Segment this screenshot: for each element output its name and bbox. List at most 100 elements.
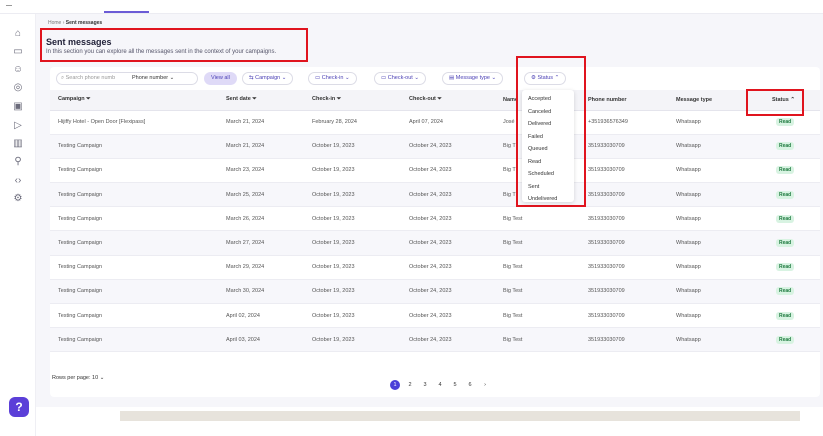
page-4[interactable]: 4	[435, 380, 445, 390]
cell-campaign: Testing Campaign	[50, 182, 226, 208]
page-2[interactable]: 2	[405, 380, 415, 390]
inbox-icon[interactable]: ▣	[12, 101, 24, 113]
cell-checkin: October 19, 2023	[312, 279, 409, 305]
checkin-filter[interactable]: ▭ Check-in ⌄	[308, 72, 357, 85]
page-3[interactable]: 3	[420, 380, 430, 390]
cell-name: Big Test	[503, 303, 588, 329]
cell-phone: 351933030709	[588, 182, 676, 208]
cell-type: Whatsapp	[676, 158, 758, 184]
search-field-select[interactable]: Phone number ⌄	[132, 73, 174, 84]
cell-checkin: October 19, 2023	[312, 158, 409, 184]
users-icon[interactable]: ☺	[12, 64, 24, 76]
status-option-failed[interactable]: Failed	[522, 131, 574, 144]
help-button[interactable]: ?	[9, 397, 29, 417]
col-phone[interactable]: Phone number	[588, 90, 676, 111]
checkin-filter-label: Check-in	[321, 75, 344, 81]
status-option-accepted[interactable]: Accepted	[522, 93, 574, 106]
table-row[interactable]: Testing Campaign March 21, 2024 October 19…	[50, 134, 820, 159]
pagination: 1 2 3 4 5 6 ›	[390, 373, 495, 391]
col-campaign-label: Campaign	[58, 96, 85, 103]
page-title: Sent messages	[46, 37, 112, 47]
status-option-queued[interactable]: Queued	[522, 143, 574, 156]
message-type-filter[interactable]: ▤ Message type ⌄	[442, 72, 504, 85]
cell-phone: 351933030709	[588, 134, 676, 159]
send-icon[interactable]: ▷	[12, 120, 24, 132]
page-5[interactable]: 5	[450, 380, 460, 390]
status-badge: Read	[776, 166, 795, 175]
settings-icon[interactable]: ⚙	[12, 193, 24, 205]
chat-icon[interactable]: ▭	[12, 46, 24, 58]
status-badge: Read	[776, 214, 795, 223]
home-icon[interactable]: ⌂	[12, 28, 24, 40]
table-row[interactable]: Testing Campaign March 26, 2024 October 19…	[50, 206, 820, 232]
checkout-filter[interactable]: ▭ Check-out ⌄	[374, 72, 426, 85]
col-phone-label: Phone number	[588, 96, 627, 103]
cell-checkin: October 19, 2023	[312, 206, 409, 232]
status-option-scheduled[interactable]: Scheduled	[522, 168, 574, 181]
messages-card: ⌕ Search phone numb Phone number ⌄ View a…	[50, 56, 820, 397]
col-checkout[interactable]: Check-out ⏷	[409, 90, 503, 111]
view-all-button[interactable]: View all	[204, 72, 237, 85]
table-footer: Rows per page: 10 ⌄ 1 2 3 4 5 6 ›	[50, 369, 820, 391]
cell-phone: 351933030709	[588, 206, 676, 232]
page-6[interactable]: 6	[465, 380, 475, 390]
cell-name: Big Test	[503, 255, 588, 280]
main-content: Home › Sent messages Sent messages In th…	[36, 14, 823, 407]
cell-phone: 351933030709	[588, 279, 676, 305]
cell-campaign: Testing Campaign	[50, 206, 226, 232]
breadcrumb-home[interactable]: Home	[48, 20, 61, 26]
code-icon[interactable]: ‹›	[12, 175, 24, 187]
table-row[interactable]: Testing Campaign April 03, 2024 October 19…	[50, 327, 820, 353]
table-row[interactable]: Testing Campaign April 02, 2024 October 19…	[50, 303, 820, 329]
cell-checkout: October 24, 2023	[409, 327, 503, 353]
page-1[interactable]: 1	[390, 380, 400, 390]
campaign-filter[interactable]: ⇆ Campaign ⌄	[242, 72, 294, 85]
compass-icon[interactable]: ◎	[12, 82, 24, 94]
status-option-canceled[interactable]: Canceled	[522, 106, 574, 119]
cell-phone: +351936576349	[588, 110, 676, 135]
cell-sent: March 27, 2024	[226, 230, 312, 256]
active-tab-indicator	[104, 11, 149, 13]
cell-status: Read	[758, 303, 820, 329]
table-row[interactable]: Testing Campaign March 25, 2024 October 19…	[50, 182, 820, 208]
status-badge: Read	[776, 311, 795, 320]
cell-type: Whatsapp	[676, 206, 758, 232]
status-option-read[interactable]: Read	[522, 156, 574, 169]
next-page-button[interactable]: ›	[480, 380, 490, 390]
cell-type: Whatsapp	[676, 327, 758, 353]
cell-checkout: October 24, 2023	[409, 279, 503, 305]
cell-campaign: Testing Campaign	[50, 327, 226, 353]
cell-status: Read	[758, 134, 820, 159]
table-row[interactable]: Testing Campaign March 23, 2024 October 19…	[50, 158, 820, 184]
table-header-row: Campaign ⏷ Sent date ⏷ Check-in ⏷ Check-…	[50, 90, 820, 111]
table-row[interactable]: Testing Campaign March 29, 2024 October 19…	[50, 255, 820, 280]
search-placeholder: Search phone numb	[65, 75, 116, 81]
rows-per-page-select[interactable]: Rows per page: 10 ⌄	[52, 375, 104, 381]
table-row[interactable]: Testing Campaign March 27, 2024 October 19…	[50, 230, 820, 256]
cell-sent: March 25, 2024	[226, 182, 312, 208]
col-checkout-label: Check-out	[409, 96, 436, 103]
flow-icon[interactable]: ⚲	[12, 156, 24, 168]
status-option-undelivered[interactable]: Undelivered	[522, 193, 574, 206]
cell-checkout: October 24, 2023	[409, 134, 503, 159]
cell-campaign: Testing Campaign	[50, 134, 226, 159]
col-checkin-label: Check-in	[312, 96, 336, 103]
col-checkin[interactable]: Check-in ⏷	[312, 90, 409, 111]
status-badge: Read	[776, 190, 795, 199]
search-input[interactable]: ⌕ Search phone numb Phone number ⌄	[56, 72, 198, 85]
col-sent-date[interactable]: Sent date ⏷	[226, 90, 312, 111]
status-option-delivered[interactable]: Delivered	[522, 118, 574, 131]
cell-type: Whatsapp	[676, 230, 758, 256]
table-row[interactable]: Testing Campaign March 30, 2024 October 19…	[50, 279, 820, 305]
building-icon[interactable]: ▥	[12, 138, 24, 150]
cell-type: Whatsapp	[676, 134, 758, 159]
cell-checkin: October 19, 2023	[312, 134, 409, 159]
menu-icon[interactable]	[6, 3, 12, 6]
status-option-sent[interactable]: Sent	[522, 181, 574, 194]
cell-checkout: October 24, 2023	[409, 206, 503, 232]
table-row[interactable]: Hijiffy Hotel - Open Door [Flexipass] Mar…	[50, 110, 820, 135]
cell-sent: March 21, 2024	[226, 134, 312, 159]
col-campaign[interactable]: Campaign ⏷	[50, 90, 226, 111]
cell-campaign: Testing Campaign	[50, 303, 226, 329]
cell-phone: 351933030709	[588, 303, 676, 329]
